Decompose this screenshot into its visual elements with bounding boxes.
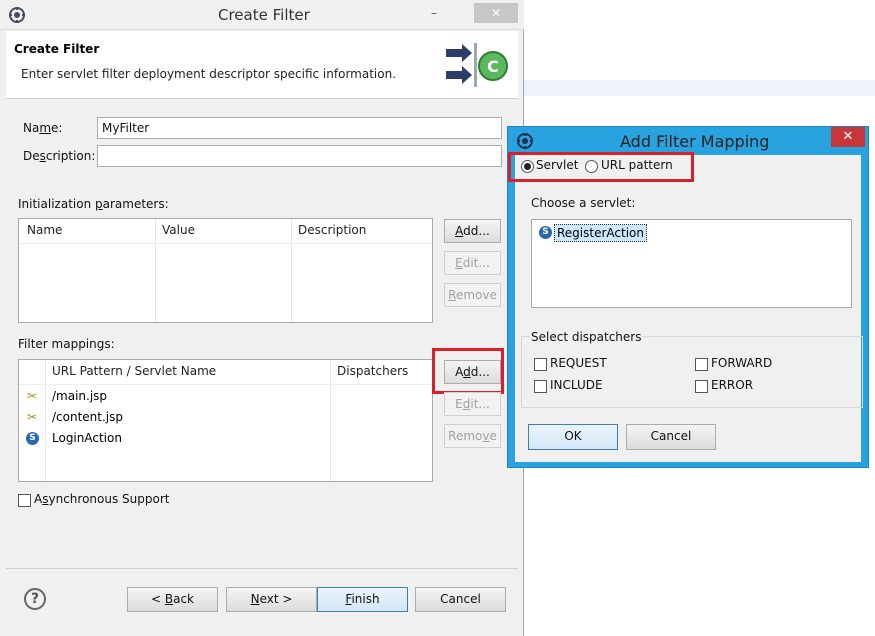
- svg-text:C: C: [487, 57, 499, 76]
- list-item[interactable]: S RegisterAction: [537, 223, 647, 243]
- description-input[interactable]: [97, 145, 502, 167]
- dialog-body: Servlet URL pattern Choose a servlet: S …: [508, 152, 863, 462]
- error-label: ERROR: [711, 378, 754, 392]
- mapping-name: /content.jsp: [52, 410, 124, 424]
- mapping-name: LoginAction: [52, 431, 122, 445]
- banner: Create Filter Enter servlet filter deplo…: [6, 31, 518, 99]
- init-params-label: Initialization parameters:: [18, 197, 169, 211]
- finish-button[interactable]: Finish: [317, 587, 408, 612]
- help-icon[interactable]: ?: [24, 588, 46, 610]
- servlet-name: RegisterAction: [554, 224, 647, 242]
- eclipse-app-icon: [516, 132, 534, 150]
- column-separator: [291, 219, 292, 322]
- mapping-remove-button[interactable]: Remove: [444, 424, 501, 448]
- url-pattern-icon: ✂: [26, 389, 38, 403]
- background-window-strip: [524, 80, 875, 96]
- back-button[interactable]: < Back: [127, 587, 218, 612]
- ok-button[interactable]: OK: [528, 424, 618, 450]
- servlet-list[interactable]: S RegisterAction: [531, 219, 852, 308]
- dialog-close-button[interactable]: ✕: [831, 127, 865, 147]
- mapping-name: /main.jsp: [52, 389, 108, 403]
- forward-label: FORWARD: [711, 356, 773, 370]
- request-checkbox[interactable]: [534, 358, 547, 371]
- radio-highlight: [508, 152, 694, 182]
- header-separator: [19, 243, 432, 244]
- table-row[interactable]: ✂ /content.jsp: [19, 408, 432, 428]
- servlet-icon: S: [539, 226, 552, 239]
- dispatchers-group: [521, 336, 863, 408]
- include-checkbox[interactable]: [534, 380, 547, 393]
- dialog-title: Add Filter Mapping: [620, 132, 770, 151]
- name-label: Name:: [23, 121, 63, 135]
- filter-wizard-icon: C: [444, 41, 510, 91]
- init-add-button[interactable]: Add...: [444, 219, 501, 243]
- request-label: REQUEST: [550, 356, 607, 370]
- next-button[interactable]: Next >: [226, 587, 317, 612]
- async-support-label: Asynchronous Support: [34, 492, 170, 506]
- column-separator: [155, 219, 156, 322]
- column-header-description[interactable]: Description: [298, 223, 366, 237]
- column-header-url-pattern[interactable]: URL Pattern / Servlet Name: [52, 364, 216, 378]
- banner-title: Create Filter: [14, 42, 100, 56]
- init-params-table[interactable]: Name Value Description: [18, 218, 433, 323]
- header-separator: [19, 384, 432, 385]
- mapping-edit-button[interactable]: Edit...: [444, 392, 501, 416]
- init-remove-button[interactable]: Remove: [444, 283, 501, 307]
- dialog-cancel-button[interactable]: Cancel: [626, 424, 716, 450]
- forward-checkbox[interactable]: [695, 358, 708, 371]
- add-filter-mapping-dialog: Add Filter Mapping ✕ Servlet URL pattern…: [507, 126, 869, 468]
- minimize-button[interactable]: –: [420, 3, 448, 23]
- dispatchers-label: Select dispatchers: [530, 330, 643, 344]
- description-label: Description:: [23, 149, 96, 163]
- banner-subtitle: Enter servlet filter deployment descript…: [21, 67, 397, 81]
- column-header-value[interactable]: Value: [162, 223, 195, 237]
- cancel-button[interactable]: Cancel: [415, 587, 506, 612]
- title-bar: Create Filter – ✕: [0, 0, 524, 30]
- add-button-highlight: [432, 348, 504, 394]
- table-row[interactable]: ✂ /main.jsp: [19, 387, 432, 407]
- url-pattern-icon: ✂: [26, 410, 38, 424]
- async-support-checkbox[interactable]: [18, 494, 31, 507]
- column-header-name[interactable]: Name: [27, 223, 62, 237]
- include-label: INCLUDE: [550, 378, 603, 392]
- init-edit-button[interactable]: Edit...: [444, 251, 501, 275]
- create-filter-dialog: Create Filter – ✕ Create Filter Enter se…: [0, 0, 524, 636]
- error-checkbox[interactable]: [695, 380, 708, 393]
- window-title: Create Filter: [218, 6, 310, 24]
- column-header-dispatchers[interactable]: Dispatchers: [337, 364, 408, 378]
- footer-separator: [6, 568, 518, 569]
- choose-servlet-label: Choose a servlet:: [531, 196, 636, 210]
- filter-mappings-table[interactable]: URL Pattern / Servlet Name Dispatchers ✂…: [18, 359, 433, 482]
- close-button[interactable]: ✕: [474, 3, 518, 23]
- name-input[interactable]: MyFilter: [97, 117, 502, 139]
- table-row[interactable]: S LoginAction: [19, 429, 432, 449]
- filter-mappings-label: Filter mappings:: [18, 337, 115, 351]
- servlet-icon: S: [26, 432, 39, 445]
- eclipse-app-icon: [8, 6, 26, 24]
